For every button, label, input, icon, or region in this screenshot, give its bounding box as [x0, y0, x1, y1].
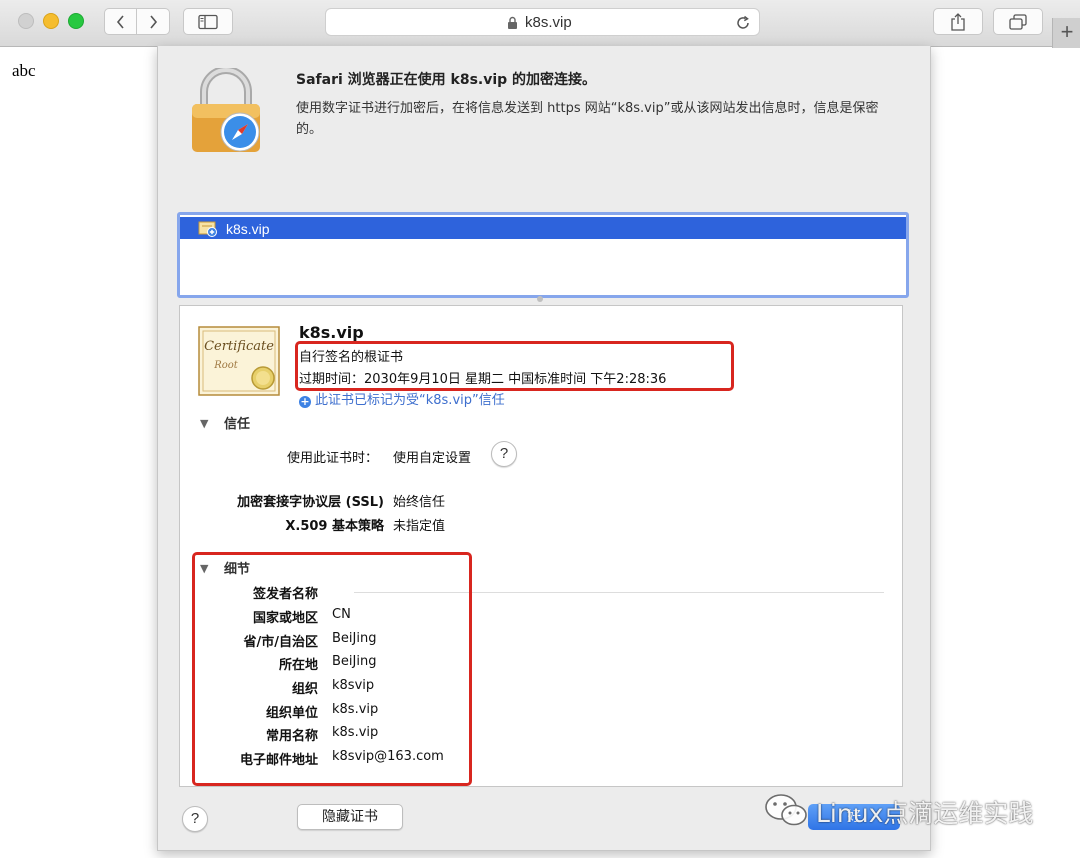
minimize-window-button[interactable] — [43, 13, 59, 29]
plus-circle-icon: + — [299, 395, 311, 408]
tabs-overview-icon — [1009, 13, 1027, 30]
share-button[interactable] — [933, 8, 983, 35]
certificate-sheet: Safari 浏览器正在使用 k8s.vip 的加密连接。 使用数字证书进行加密… — [157, 46, 931, 851]
certificate-small-icon — [198, 221, 217, 237]
new-tab-button[interactable]: + — [1052, 18, 1080, 48]
hide-certificate-button[interactable]: 隐藏证书 — [297, 804, 403, 830]
forward-button[interactable] — [137, 8, 170, 35]
close-window-button[interactable] — [18, 13, 34, 29]
certificate-list-item[interactable]: k8s.vip — [180, 217, 906, 239]
sidebar-toggle-button[interactable] — [183, 8, 233, 35]
split-view-divider[interactable] — [537, 296, 543, 302]
certificate-chain-list[interactable]: k8s.vip — [177, 212, 909, 298]
help-button[interactable]: ? — [182, 806, 208, 832]
when-using-select[interactable]: 使用自定设置 — [393, 447, 471, 466]
trust-status: + 此证书已标记为受“k8s.vip”信任 — [299, 389, 505, 408]
when-using-label: 使用此证书时： — [286, 451, 378, 466]
certificate-image-title: Certificate — [204, 339, 274, 354]
safari-padlock-icon — [192, 68, 260, 152]
zoom-window-button[interactable] — [68, 13, 84, 29]
trust-disclosure-triangle-icon[interactable]: ▼ — [200, 417, 208, 430]
page-body-text: abc — [12, 61, 36, 80]
browser-toolbar: k8s.vip + — [0, 0, 1080, 48]
sheet-description: 使用数字证书进行加密后，在将信息发送到 https 网站“k8s.vip”或从该… — [296, 101, 879, 137]
chevron-right-icon — [150, 14, 158, 29]
address-bar[interactable]: k8s.vip — [325, 8, 760, 36]
chevron-left-icon — [116, 14, 124, 29]
trust-section-label[interactable]: 信任 — [224, 413, 250, 432]
certificate-name: k8s.vip — [299, 323, 364, 342]
certificate-image-subtitle: Root — [213, 360, 239, 371]
trust-help-button[interactable]: ? — [491, 441, 517, 467]
certificate-list-label: k8s.vip — [226, 221, 270, 237]
ssl-value[interactable]: 始终信任 — [393, 491, 445, 510]
ssl-label: 加密套接字协议层 (SSL) — [237, 495, 384, 510]
url-text: k8s.vip — [525, 14, 572, 31]
highlight-annotation-details — [192, 552, 472, 786]
lock-icon — [508, 16, 517, 29]
sheet-title: Safari 浏览器正在使用 k8s.vip 的加密连接。 — [296, 72, 597, 88]
x509-label: X.509 基本策略 — [285, 519, 384, 534]
certificate-image-icon: Certificate Root — [198, 326, 280, 396]
watermark-text: Linux点滴运维实践 — [816, 799, 1034, 828]
certificate-detail-panel: Certificate Root k8s.vip 自行签名的根证书 过期时间：2… — [179, 305, 903, 787]
reload-icon[interactable] — [735, 15, 751, 31]
back-button[interactable] — [104, 8, 137, 35]
show-tabs-button[interactable] — [993, 8, 1043, 35]
highlight-annotation-expiry — [295, 341, 734, 391]
trust-status-text: 此证书已标记为受“k8s.vip”信任 — [315, 393, 505, 408]
share-icon — [951, 12, 965, 31]
x509-value[interactable]: 未指定值 — [393, 515, 445, 534]
wechat-icon — [765, 794, 807, 826]
sidebar-icon — [198, 14, 218, 29]
